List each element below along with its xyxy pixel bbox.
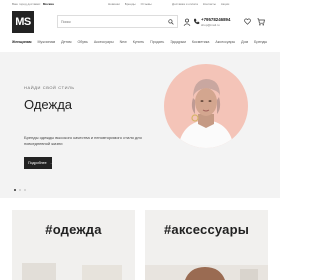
- search-box: [57, 15, 178, 28]
- site-logo[interactable]: MS: [12, 11, 34, 33]
- top-link-new[interactable]: Новинки: [108, 2, 120, 6]
- phone-icon: [193, 18, 200, 25]
- category-title-clothing: #одежда: [45, 222, 102, 237]
- search-icon[interactable]: [168, 19, 174, 25]
- nav-item-brands[interactable]: Бренды: [254, 40, 267, 46]
- category-tiles: #одежда #аксессуары: [0, 210, 280, 280]
- hero-model-image: [164, 64, 248, 148]
- slider-dots: [14, 189, 26, 191]
- nav-item-8[interactable]: Эдодрым: [170, 40, 186, 46]
- hero-title: Одежда: [24, 97, 73, 112]
- category-image-accessories: [145, 265, 268, 280]
- top-links-info: Доставка и оплата Контакты Акции: [172, 2, 229, 6]
- category-tile-accessories[interactable]: #аксессуары: [145, 210, 268, 280]
- slider-dot-3[interactable]: [24, 189, 26, 191]
- top-link-delivery[interactable]: Доставка и оплата: [172, 2, 198, 6]
- user-icon[interactable]: [183, 18, 191, 26]
- top-link-reviews[interactable]: Отзывы: [141, 2, 152, 6]
- search-input[interactable]: [61, 18, 161, 26]
- hero-label: Найди свой стиль: [24, 85, 75, 90]
- phone-number[interactable]: +79578246894: [201, 17, 230, 22]
- nav-item-shoes[interactable]: Обувь: [77, 40, 87, 46]
- category-title-accessories: #аксессуары: [163, 222, 250, 237]
- nav-item-kids[interactable]: Детям: [61, 40, 71, 46]
- arrow-right-icon: →: [49, 161, 54, 165]
- site-header: MS +79578246894 shop@mail.ru: [0, 9, 280, 35]
- main-nav: Женщинам Мужчинам Детям Обувь Аксессуары…: [12, 40, 270, 46]
- nav-item-accessories-2[interactable]: Аксессуары: [215, 40, 235, 46]
- nav-item-sell[interactable]: Продать: [150, 40, 164, 46]
- delivery-city[interactable]: Ваш город доставки: Москва: [12, 2, 54, 6]
- hero-more-button-label: Подробнее: [28, 161, 47, 165]
- nav-item-new[interactable]: New: [120, 40, 127, 46]
- email-address[interactable]: shop@mail.ru: [201, 23, 220, 27]
- hero-more-button[interactable]: Подробнее →: [24, 157, 54, 169]
- delivery-city-label: Ваш город доставки:: [12, 2, 41, 6]
- hero-text: Бренды одежды высокого качества и неповт…: [24, 135, 142, 146]
- nav-item-cosmetics[interactable]: Косметика: [192, 40, 210, 46]
- nav-item-men[interactable]: Мужчинам: [38, 40, 56, 46]
- nav-item-buy[interactable]: Купить: [133, 40, 144, 46]
- nav-item-accessories[interactable]: Аксессуары: [94, 40, 114, 46]
- top-link-brands[interactable]: Бренды: [125, 2, 136, 6]
- category-image-clothing: [22, 263, 122, 280]
- hero-banner: Найди свой стиль Одежда Бренды одежды вы…: [0, 52, 280, 198]
- delivery-city-value[interactable]: Москва: [43, 2, 54, 6]
- slider-dot-1[interactable]: [14, 189, 16, 191]
- top-link-sales[interactable]: Акции: [221, 2, 229, 6]
- category-tile-clothing[interactable]: #одежда: [12, 210, 135, 280]
- heart-icon[interactable]: [244, 18, 251, 25]
- cart-icon[interactable]: [257, 18, 265, 26]
- slider-dot-2[interactable]: [19, 189, 21, 191]
- top-link-contacts[interactable]: Контакты: [203, 2, 216, 6]
- top-links: Новинки Бренды Отзывы: [108, 2, 152, 6]
- nav-item-women[interactable]: Женщинам: [12, 40, 32, 46]
- nav-item-home[interactable]: Дом: [241, 40, 248, 46]
- top-bar: Ваш город доставки: Москва Новинки Бренд…: [0, 0, 280, 8]
